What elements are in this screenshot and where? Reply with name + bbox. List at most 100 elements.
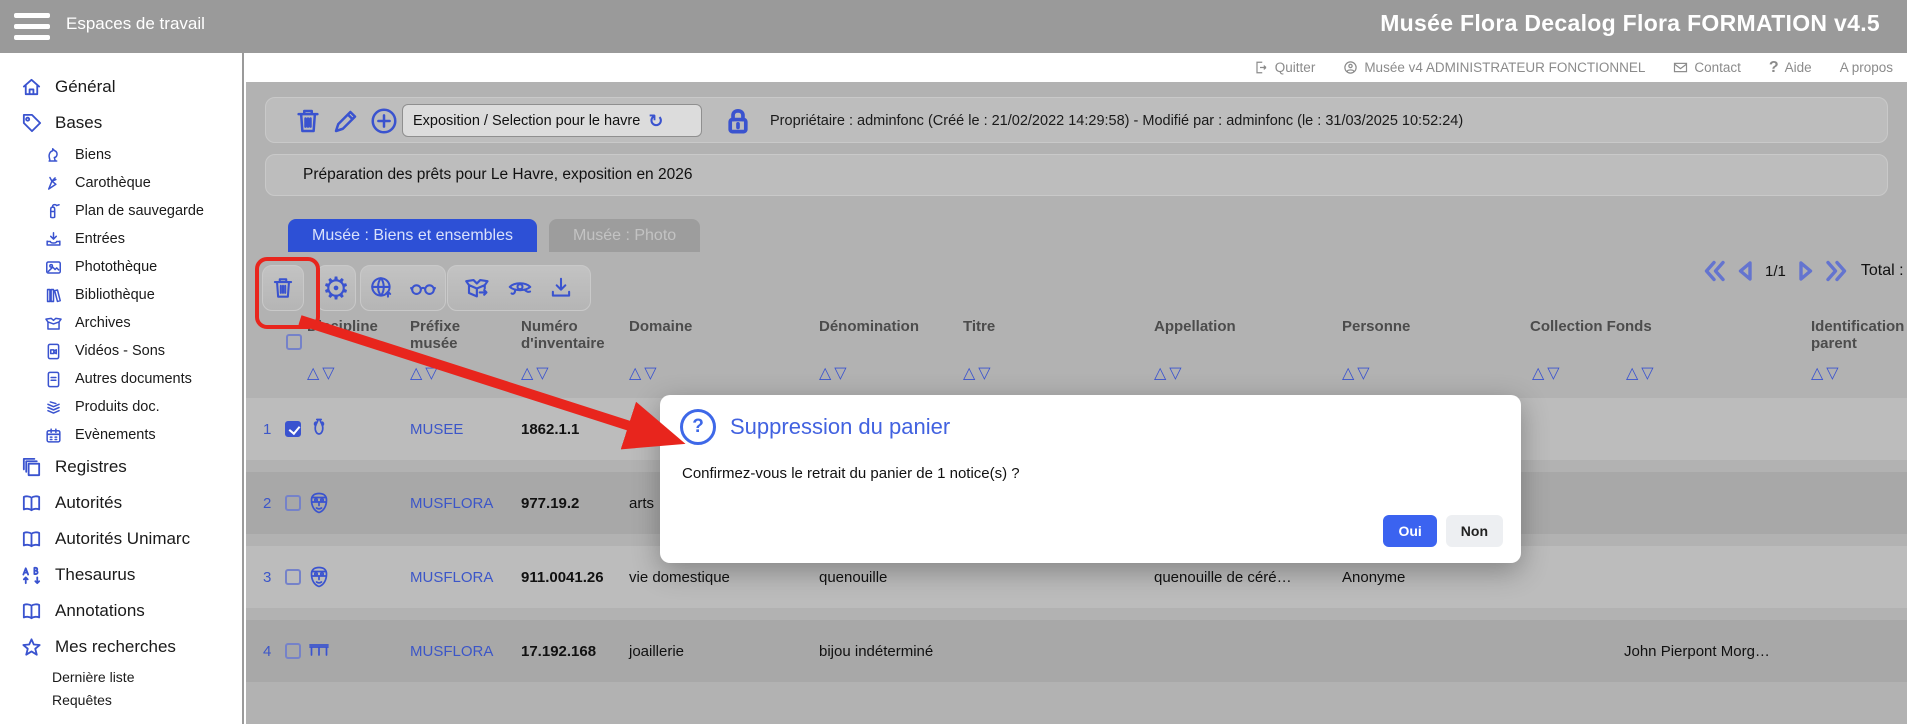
sidebar-item-biens[interactable]: Biens <box>0 141 242 169</box>
contact-button[interactable]: Contact <box>1673 60 1741 75</box>
sort-fonds-icon[interactable]: △▽ <box>1626 363 1657 383</box>
sort-domaine-icon[interactable]: △▽ <box>629 363 660 383</box>
sidebar-item-requetes[interactable]: Requêtes <box>0 688 242 711</box>
column-header-prefixe-musee: Préfixe musée <box>410 318 490 352</box>
vase-icon <box>307 417 331 441</box>
stack-icon <box>44 398 63 417</box>
pagination: 1/1 Total : <box>1703 260 1904 282</box>
sidebar-item-general[interactable]: Général <box>0 69 242 105</box>
sidebar-item-evenements[interactable]: Evènements <box>0 421 242 449</box>
column-header-titre: Titre <box>963 318 995 335</box>
menu-icon[interactable] <box>14 13 50 40</box>
refresh-icon[interactable]: ↻ <box>648 112 663 130</box>
result-tabs: Musée : Biens et ensembles Musée : Photo <box>288 219 700 252</box>
confirm-yes-button[interactable]: Oui <box>1383 515 1436 547</box>
row-checkbox[interactable] <box>285 569 301 585</box>
first-page-icon[interactable] <box>1703 260 1727 282</box>
bench-icon <box>307 639 331 663</box>
add-basket-icon[interactable] <box>369 106 399 136</box>
sidebar-item-archives[interactable]: Archives <box>0 309 242 337</box>
row-checkbox[interactable] <box>285 643 301 659</box>
calendar-icon <box>44 426 63 445</box>
open-book-icon <box>20 528 43 551</box>
main-content: Exposition / Selection pour le havre ↻ P… <box>246 82 1907 724</box>
home-icon <box>20 76 43 99</box>
download-icon <box>548 275 574 301</box>
domaine-value: arts <box>629 472 654 534</box>
inventory-number: 17.192.168 <box>521 620 596 682</box>
sidebar-item-registres[interactable]: Registres <box>0 449 242 485</box>
record-link[interactable]: MUSFLORA <box>410 546 493 608</box>
basket-description: Préparation des prêts pour Le Havre, exp… <box>265 154 1888 196</box>
sidebar-item-bases[interactable]: Bases <box>0 105 242 141</box>
sort-numero-icon[interactable]: △▽ <box>521 363 552 383</box>
quit-button[interactable]: Quitter <box>1254 60 1316 75</box>
sidebar-item-autorites[interactable]: Autorités <box>0 485 242 521</box>
remove-from-basket-button[interactable] <box>262 265 304 311</box>
sort-personne-icon[interactable]: △▽ <box>1342 363 1373 383</box>
tab-photo[interactable]: Musée : Photo <box>549 219 700 252</box>
inventory-number: 977.19.2 <box>521 472 579 534</box>
record-link[interactable]: MUSEE <box>410 398 463 460</box>
settings-button[interactable]: ⚙ <box>316 265 356 311</box>
sidebar-item-produits-doc[interactable]: Produits doc. <box>0 393 242 421</box>
current-user[interactable]: Musée v4 ADMINISTRATEUR FONCTIONNEL <box>1343 60 1645 75</box>
sort-collection-icon[interactable]: △▽ <box>1532 363 1563 383</box>
total-label: Total : <box>1861 262 1904 280</box>
basket-selector-value: Exposition / Selection pour le havre <box>413 113 640 129</box>
basket-owner-info: Propriétaire : adminfonc (Créé le : 21/0… <box>770 98 1463 144</box>
row-checkbox[interactable] <box>285 495 301 511</box>
record-link[interactable]: MUSFLORA <box>410 620 493 682</box>
sidebar-item-plan-de-sauvegarde[interactable]: Plan de sauvegarde <box>0 197 242 225</box>
sort-titre-icon[interactable]: △▽ <box>963 363 994 383</box>
delete-confirmation-dialog: ? Suppression du panier Confirmez-vous l… <box>660 395 1521 563</box>
tab-biens-et-ensembles[interactable]: Musée : Biens et ensembles <box>288 219 537 252</box>
export-tools-button-group[interactable] <box>447 265 591 311</box>
basket-selector[interactable]: Exposition / Selection pour le havre ↻ <box>402 104 702 137</box>
sidebar-item-bibliotheque[interactable]: Bibliothèque <box>0 281 242 309</box>
eye-of-horus-icon <box>506 275 534 301</box>
fire-extinguisher-icon <box>44 202 63 221</box>
globe-upload-icon <box>369 275 395 301</box>
help-button[interactable]: ?Aide <box>1769 59 1812 77</box>
last-page-icon[interactable] <box>1824 260 1848 282</box>
sidebar-item-entrees[interactable]: Entrées <box>0 225 242 253</box>
next-page-icon[interactable] <box>1793 260 1817 282</box>
sidebar-item-derniere-liste[interactable]: Dernière liste <box>0 665 242 688</box>
sort-prefixe-icon[interactable]: △▽ <box>410 363 441 383</box>
sidebar-item-autres-documents[interactable]: Autres documents <box>0 365 242 393</box>
sidebar-item-thesaurus[interactable]: Thesaurus <box>0 557 242 593</box>
document-icon <box>44 370 63 389</box>
sort-denomination-icon[interactable]: △▽ <box>819 363 850 383</box>
sort-appellation-icon[interactable]: △▽ <box>1154 363 1185 383</box>
sidebar-item-videos-sons[interactable]: Vidéos - Sons <box>0 337 242 365</box>
sidebar-item-phototheque[interactable]: Photothèque <box>0 253 242 281</box>
dialog-message: Confirmez-vous le retrait du panier de 1… <box>682 465 1020 482</box>
record-link[interactable]: MUSFLORA <box>410 472 493 534</box>
lock-icon <box>721 103 755 139</box>
envelope-icon <box>1673 60 1688 75</box>
column-header-personne: Personne <box>1342 318 1410 335</box>
sidebar-item-carotheque[interactable]: Carothèque <box>0 169 242 197</box>
previous-page-icon[interactable] <box>1734 260 1758 282</box>
row-checkbox[interactable] <box>285 421 301 437</box>
column-header-denomination: Dénomination <box>819 318 919 335</box>
publish-view-button-group[interactable] <box>360 265 446 311</box>
table-row[interactable]: 4 MUSFLORA 17.192.168 joaillerie bijou i… <box>246 620 1907 682</box>
select-all-checkbox[interactable] <box>286 334 302 350</box>
registers-icon <box>20 456 43 479</box>
confirm-no-button[interactable]: Non <box>1446 515 1503 547</box>
column-header-appellation: Appellation <box>1154 318 1236 335</box>
row-number: 4 <box>263 620 271 682</box>
sort-identification-icon[interactable]: △▽ <box>1811 363 1842 383</box>
fonds-value: John Pierpont Morg… <box>1624 620 1770 682</box>
about-button[interactable]: A propos <box>1840 60 1893 75</box>
sidebar-item-annotations[interactable]: Annotations <box>0 593 242 629</box>
sort-discipline-icon[interactable]: △▽ <box>307 363 338 383</box>
delete-basket-icon[interactable] <box>293 106 323 136</box>
sidebar-item-autorites-unimarc[interactable]: Autorités Unimarc <box>0 521 242 557</box>
edit-basket-icon[interactable] <box>331 106 361 136</box>
carrot-icon <box>44 174 63 193</box>
application-window: Espaces de travail Musée Flora Decalog F… <box>0 0 1907 724</box>
sidebar-item-mes-recherches[interactable]: Mes recherches <box>0 629 242 665</box>
